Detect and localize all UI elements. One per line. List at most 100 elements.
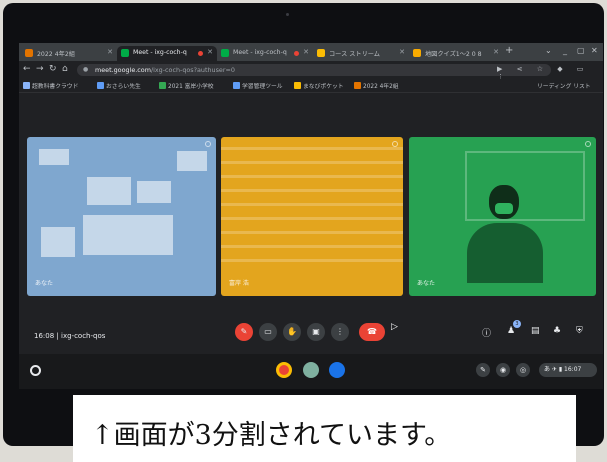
caption-text: ↑画面が3分割されています。	[91, 420, 452, 451]
tab-map-quiz[interactable]: 地図クイズ1～2 0 8 ✕	[409, 46, 503, 61]
bookmark-label: 2022 4年2組	[363, 84, 399, 90]
blind-slat	[221, 161, 403, 164]
chat-icon[interactable]: ▤	[531, 326, 540, 336]
person-body	[467, 223, 543, 283]
bookmark-label: 超教科書クラウド	[32, 84, 79, 90]
chrome-icon[interactable]	[276, 362, 292, 378]
caption-box: ↑画面が3分割されています。	[73, 395, 576, 462]
bookmark-label: 2021 富岸小学校	[168, 84, 214, 90]
url-host: meet.google.com	[95, 66, 151, 74]
ime-icon[interactable]: ◎	[516, 363, 530, 377]
close-icon[interactable]: ✕	[399, 48, 405, 56]
camera-button[interactable]: ▭	[259, 323, 277, 341]
activities-icon[interactable]: ♣	[553, 326, 561, 336]
tab-class-site[interactable]: 2022 4年2組 ✕	[21, 46, 117, 61]
blind-slat	[221, 203, 403, 206]
bookmark-icon	[159, 82, 166, 89]
tab-meet-active[interactable]: Meet - ixg-coch-q ✕	[117, 46, 217, 61]
board-card	[83, 215, 173, 255]
close-window-icon[interactable]: ✕	[591, 46, 598, 55]
bookmark-icon	[23, 82, 30, 89]
bookmark-item[interactable]: 2021 富岸小学校	[159, 81, 214, 90]
screen-capture-icon[interactable]: ◉	[496, 363, 510, 377]
stylus-icon[interactable]: ✎	[476, 363, 490, 377]
new-tab-button[interactable]: +	[505, 45, 513, 56]
bookmark-label: まなびポケット	[303, 84, 344, 90]
home-icon[interactable]: ⌂	[62, 64, 68, 74]
present-button[interactable]: ▣	[307, 323, 325, 341]
minimize-icon[interactable]: _	[563, 46, 567, 55]
bookmark-label: おさらい先生	[106, 84, 141, 90]
board-card	[87, 177, 131, 205]
address-bar[interactable]: ● meet.google.com/ixg-coch-qos?authuser=…	[77, 64, 551, 76]
participant-name: あなた	[35, 280, 54, 287]
video-tile-blinds[interactable]: 富岸 浩	[221, 137, 403, 296]
back-icon[interactable]: ←	[23, 64, 31, 74]
bookmark-icon	[354, 82, 361, 89]
board-card	[39, 149, 69, 165]
close-icon[interactable]: ✕	[107, 48, 113, 56]
webcam-dot	[286, 13, 289, 16]
tab-classroom-stream[interactable]: コース ストリーム ✕	[313, 46, 409, 61]
tile-options-icon[interactable]	[585, 141, 591, 147]
tab-label: Meet - ixg-coch-q	[233, 49, 287, 56]
camera-app-icon[interactable]	[303, 362, 319, 378]
url-path: /ixg-coch-qos?authuser=0	[150, 66, 235, 74]
bookmark-item[interactable]: まなびポケット	[294, 81, 344, 90]
tile-options-icon[interactable]	[205, 141, 211, 147]
bookmark-icon	[97, 82, 104, 89]
blind-slat	[221, 147, 403, 150]
video-tile-board[interactable]: あなた	[27, 137, 216, 296]
bookmark-item[interactable]: 超教科書クラウド	[23, 81, 78, 90]
mouse-cursor-icon: ▷	[391, 322, 398, 332]
tab-search-icon[interactable]: ⌄	[545, 46, 552, 55]
tab-label: Meet - ixg-coch-q	[133, 49, 187, 56]
participant-count-badge: 3	[513, 320, 521, 328]
tab-label: 2022 4年2組	[37, 51, 75, 58]
toolbar: ← → ↻ ⌂ ● meet.google.com/ixg-coch-qos?a…	[19, 61, 603, 81]
reload-icon[interactable]: ↻	[49, 64, 57, 74]
forward-icon[interactable]: →	[36, 64, 44, 74]
video-tile-self[interactable]: あなた	[409, 137, 596, 296]
reading-list-button[interactable]: リーディング リスト	[537, 81, 591, 90]
board-card	[137, 181, 171, 203]
blind-slat	[221, 231, 403, 234]
people-icon[interactable]: ♟	[507, 326, 515, 336]
bookmark-icon	[294, 82, 301, 89]
board-card	[41, 227, 75, 257]
participant-name: 富岸 浩	[229, 280, 249, 287]
meeting-details-icon[interactable]: ⓘ	[482, 326, 491, 339]
face-mask	[495, 203, 513, 214]
launcher-icon[interactable]	[30, 365, 41, 376]
chromebook-frame: 2022 4年2組 ✕ Meet - ixg-coch-q ✕ Meet - i…	[3, 3, 604, 446]
blind-slat	[221, 189, 403, 192]
participant-name: あなた	[417, 280, 436, 287]
tab-meet-2[interactable]: Meet - ixg-coch-q ✕	[217, 46, 313, 61]
recording-dot-icon	[294, 51, 299, 56]
close-icon[interactable]: ✕	[303, 48, 309, 56]
status-tray[interactable]: あ ✈ ▮ 16:07	[539, 363, 597, 377]
meeting-code: ixg-coch-qos	[61, 332, 106, 340]
close-icon[interactable]: ✕	[207, 48, 213, 56]
sites-icon	[25, 49, 33, 57]
host-controls-icon[interactable]: ⛨	[576, 326, 583, 336]
close-icon[interactable]: ✕	[493, 48, 499, 56]
meet-call-area: あなた 富岸 浩 あなた 16:08 | ixg-coch-qos ✎ ▭ ✋ …	[19, 93, 603, 389]
maximize-icon[interactable]: ▢	[577, 46, 585, 55]
bookmark-item[interactable]: おさらい先生	[97, 81, 141, 90]
classroom-icon	[317, 49, 325, 57]
blind-slat	[221, 175, 403, 178]
tab-label: コース ストリーム	[329, 51, 380, 58]
more-options-button[interactable]: ⋮	[331, 323, 349, 341]
bookmark-item[interactable]: 学習管理ツール	[233, 81, 283, 90]
tile-options-icon[interactable]	[392, 141, 398, 147]
forms-icon	[413, 49, 421, 57]
lock-icon: ●	[83, 66, 89, 73]
tab-strip: 2022 4年2組 ✕ Meet - ixg-coch-q ✕ Meet - i…	[19, 43, 603, 61]
raise-hand-button[interactable]: ✋	[283, 323, 301, 341]
leave-call-button[interactable]: ☎	[359, 323, 385, 341]
bookmark-item[interactable]: 2022 4年2組	[354, 81, 399, 90]
bookmark-label: 学習管理ツール	[242, 84, 283, 90]
files-app-icon[interactable]	[329, 362, 345, 378]
mic-muted-button[interactable]: ✎	[235, 323, 253, 341]
